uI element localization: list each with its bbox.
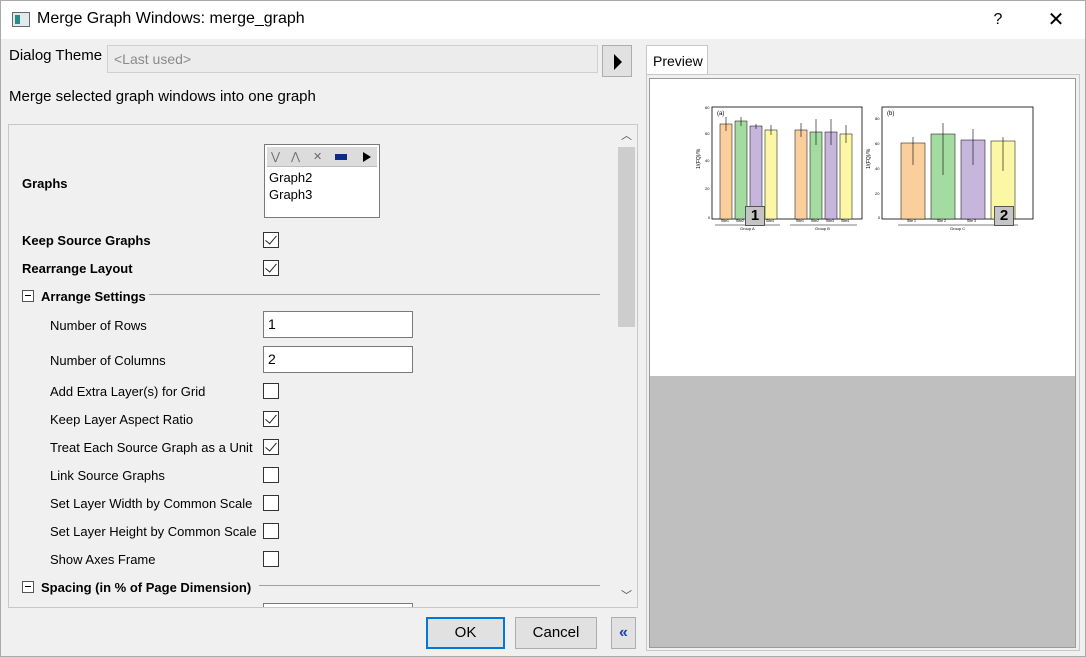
group-label: Group A (740, 226, 755, 231)
rows-label: Number of Rows (50, 318, 147, 333)
link-source-label: Link Source Graphs (50, 468, 165, 483)
width-common-scale-label: Set Layer Width by Common Scale (50, 496, 253, 511)
x-tick: Site2 (811, 219, 819, 223)
panel-a-ylabel: 1/(FQ)/% (696, 148, 702, 169)
select-range-icon[interactable] (335, 154, 347, 160)
panel-b-ylabel: 1/(FQ)/% (866, 148, 872, 169)
link-source-checkbox[interactable] (263, 467, 279, 483)
add-extra-layer-label: Add Extra Layer(s) for Grid (50, 384, 206, 399)
width-common-scale-checkbox[interactable] (263, 495, 279, 511)
show-axes-frame-label: Show Axes Frame (50, 552, 156, 567)
spacing-input[interactable] (263, 603, 413, 607)
graphs-label: Graphs (22, 176, 68, 191)
dialog-theme-label: Dialog Theme (9, 47, 103, 64)
dialog-theme-combo[interactable]: <Last used> (107, 45, 598, 73)
y-tick: 40 (705, 158, 710, 163)
collapse-preview-button[interactable]: « (611, 617, 636, 649)
scroll-up-icon[interactable]: ︿ (616, 127, 637, 145)
bar (809, 131, 823, 220)
rearrange-checkbox[interactable] (263, 260, 279, 276)
y-tick: 60 (705, 105, 710, 110)
section-divider (259, 585, 600, 586)
theme-menu-button[interactable] (602, 45, 632, 77)
tab-preview[interactable]: Preview (646, 45, 708, 75)
y-tick: 80 (875, 116, 880, 121)
x-tick: Site1 (796, 219, 804, 223)
list-item[interactable]: Graph2 (269, 170, 312, 185)
treat-unit-label: Treat Each Source Graph as a Unit (50, 440, 253, 455)
app-icon (12, 12, 30, 27)
show-axes-frame-checkbox[interactable] (263, 551, 279, 567)
arrange-collapse-icon[interactable] (22, 290, 34, 302)
add-graph-icon[interactable] (363, 152, 371, 162)
panel-b-tag: (b) (887, 111, 894, 117)
bar (764, 129, 778, 220)
bar (824, 131, 838, 220)
settings-panel: Graphs ⋁ ⋀ ✕ Graph2 Graph3 Keep Source G… (8, 124, 638, 608)
y-tick: 20 (875, 191, 880, 196)
window-title: Merge Graph Windows: merge_graph (37, 10, 305, 27)
keep-aspect-checkbox[interactable] (263, 411, 279, 427)
keep-aspect-label: Keep Layer Aspect Ratio (50, 412, 194, 427)
group-label: Group B (815, 226, 830, 231)
layer-badge-1: 1 (745, 206, 765, 226)
dialog-description: Merge selected graph windows into one gr… (9, 88, 316, 105)
arrange-section-label: Arrange Settings (41, 289, 146, 304)
treat-unit-checkbox[interactable] (263, 439, 279, 455)
preview-graph: (a) 1/(FQ)/% 60 60 40 20 0 Site1 Site2 S… (696, 105, 1034, 231)
group-label: Group C (950, 226, 965, 231)
settings-scrollbar[interactable]: ︿ ﹀ (616, 125, 637, 607)
dialog-window: Merge Graph Windows: merge_graph ? ✕ Dia… (0, 0, 1086, 657)
bar (794, 129, 808, 220)
title-bar: Merge Graph Windows: merge_graph ? ✕ (1, 1, 1085, 39)
preview-page: (a) 1/(FQ)/% 60 60 40 20 0 Site1 Site2 S… (650, 79, 1075, 376)
rearrange-label: Rearrange Layout (22, 261, 133, 276)
bar (719, 123, 733, 220)
keep-source-label: Keep Source Graphs (22, 233, 151, 248)
graphs-list-toolbar: ⋁ ⋀ ✕ (267, 147, 377, 167)
y-tick: 0 (708, 215, 711, 220)
x-tick: Site3 (826, 219, 834, 223)
ok-button[interactable]: OK (426, 617, 505, 649)
section-divider (149, 294, 600, 295)
rows-input[interactable]: 1 (263, 311, 413, 338)
x-tick: Site4 (766, 219, 774, 223)
spacing-section-label: Spacing (in % of Page Dimension) (41, 580, 252, 595)
y-tick: 60 (705, 131, 710, 136)
cancel-button[interactable]: Cancel (515, 617, 597, 649)
layer-badge-2: 2 (994, 206, 1014, 226)
close-button[interactable]: ✕ (1041, 7, 1071, 33)
x-tick: Site 1 (907, 219, 916, 223)
y-tick: 20 (705, 186, 710, 191)
list-item[interactable]: Graph3 (269, 187, 312, 202)
remove-icon[interactable]: ✕ (313, 150, 322, 163)
help-button[interactable]: ? (984, 7, 1012, 33)
x-tick: Site4 (841, 219, 849, 223)
x-tick: Site2 (736, 219, 744, 223)
y-tick: 0 (878, 215, 881, 220)
y-tick: 60 (875, 141, 880, 146)
panel-a-tag: (a) (717, 111, 724, 117)
graphs-list[interactable]: ⋁ ⋀ ✕ Graph2 Graph3 (264, 144, 380, 218)
x-tick: Site1 (721, 219, 729, 223)
add-extra-layer-checkbox[interactable] (263, 383, 279, 399)
x-tick: Site 3 (967, 219, 976, 223)
cols-label: Number of Columns (50, 353, 166, 368)
keep-source-checkbox[interactable] (263, 232, 279, 248)
scroll-thumb[interactable] (618, 147, 635, 327)
bar (839, 133, 853, 220)
height-common-scale-label: Set Layer Height by Common Scale (50, 524, 257, 539)
bar (734, 120, 748, 220)
height-common-scale-checkbox[interactable] (263, 523, 279, 539)
scroll-down-icon[interactable]: ﹀ (616, 587, 637, 605)
move-down-icon[interactable]: ⋁ (271, 150, 280, 163)
cols-input[interactable]: 2 (263, 346, 413, 373)
x-tick: Site 2 (937, 219, 946, 223)
spacing-collapse-icon[interactable] (22, 581, 34, 593)
move-up-icon[interactable]: ⋀ (291, 150, 300, 163)
y-tick: 40 (875, 166, 880, 171)
panel-a-frame (711, 106, 863, 220)
